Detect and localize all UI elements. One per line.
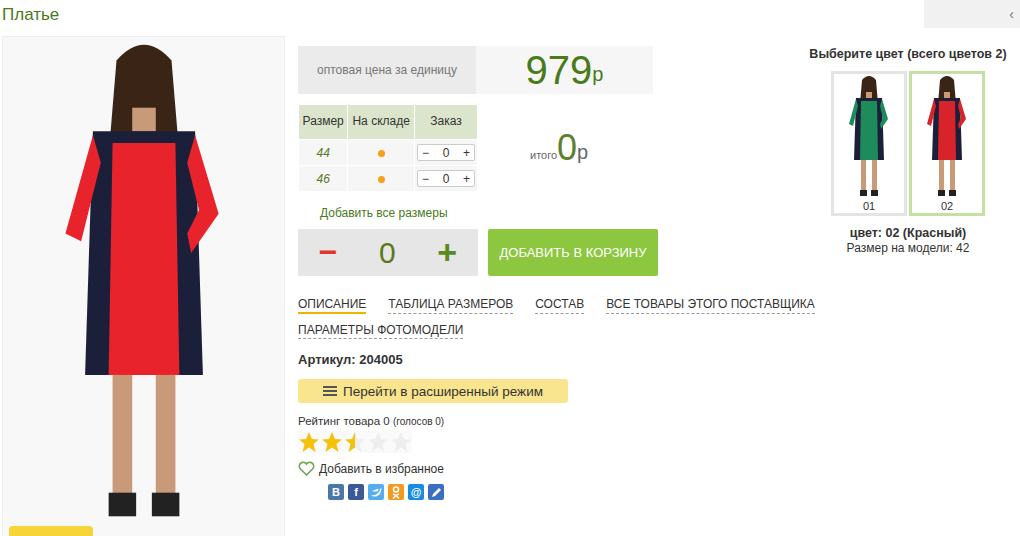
share-letter[interactable]: @ <box>411 486 422 498</box>
increase-button[interactable]: + <box>463 146 470 160</box>
dress-icon <box>917 74 977 200</box>
product-photo <box>2 36 285 536</box>
back-arrow[interactable]: ‹ <box>1009 6 1014 22</box>
price-label: оптовая цена за единицу <box>298 46 476 94</box>
stock-dot <box>378 150 385 157</box>
column-header: Заказ <box>414 105 477 140</box>
rating-stars[interactable] <box>298 431 412 453</box>
stock-dot <box>378 176 385 183</box>
quantity-value[interactable]: 0 <box>379 236 396 270</box>
tab[interactable]: ВСЕ ТОВАРЫ ЭТОГО ПОСТАВЩИКА <box>606 297 815 314</box>
share-letter-icon[interactable]: @ <box>408 484 424 500</box>
order-cell: −0 + <box>414 140 477 166</box>
color-option[interactable]: 02 <box>909 71 985 216</box>
size-table: РазмерНа складеЗаказ44−0+46−0+ <box>298 104 478 192</box>
share-buttons: Вf @ <box>328 484 796 500</box>
color-option-label[interactable]: 01 <box>863 200 875 212</box>
stock-cell <box>348 140 415 166</box>
color-options: 01 02 <box>796 71 1020 216</box>
column-header: Размер <box>299 105 348 140</box>
stock-cell <box>348 166 415 192</box>
rating-votes: (голосов 0) <box>393 416 444 427</box>
list-icon <box>323 385 337 397</box>
model-size: Размер на модели: 42 <box>796 241 1020 255</box>
rating-label: Рейтинг товара 0 <box>298 415 390 427</box>
star-icon <box>321 431 343 453</box>
increase-button[interactable]: + <box>463 172 470 186</box>
dress-icon <box>839 74 899 200</box>
share-twitter-icon[interactable] <box>368 484 384 500</box>
bird-icon <box>370 487 382 497</box>
star-icon <box>298 431 320 453</box>
ok-icon <box>391 486 401 499</box>
tab[interactable]: ТАБЛИЦА РАЗМЕРОВ <box>388 297 513 314</box>
total-label: итого <box>530 149 557 161</box>
tab[interactable]: ОПИСАНИЕ <box>298 297 366 314</box>
share-letter[interactable]: В <box>332 486 340 498</box>
color-thumbnail-image <box>912 74 982 200</box>
color-option-label[interactable]: 02 <box>941 200 953 212</box>
color-option[interactable]: 01 <box>831 71 907 216</box>
size-table-header: РазмерНа складеЗаказ <box>299 105 478 140</box>
increase-button[interactable]: + <box>437 233 457 272</box>
add-all-sizes-link[interactable]: Добавить все размеры <box>298 206 796 220</box>
quantity-stepper: −0 + <box>417 170 475 187</box>
order-row: РазмерНа складеЗаказ44−0+46−0+итого0р <box>298 104 796 192</box>
product-photo-image <box>24 37 264 532</box>
share-letter[interactable]: f <box>354 486 358 498</box>
quantity-value[interactable]: 0 <box>443 172 450 186</box>
quantity-value[interactable]: 0 <box>443 146 450 160</box>
page-title: Платье <box>0 0 59 25</box>
tabs: ОПИСАНИЕ ТАБЛИЦА РАЗМЕРОВ СОСТАВ ВСЕ ТОВАРЫ… <box>298 297 838 339</box>
article: Артикул: 204005 <box>298 352 796 367</box>
price-value: 979р <box>476 46 653 94</box>
share-letter-icon[interactable]: В <box>328 484 344 500</box>
order-cell: −0 + <box>414 166 477 192</box>
color-picker: Выберите цвет (всего цветов 2) 01 02 цвет: … <box>796 36 1020 536</box>
total-value: 0 <box>557 130 577 166</box>
favorites-label[interactable]: Добавить в избранное <box>319 462 444 476</box>
share-ok-icon[interactable] <box>388 484 404 500</box>
photo-tab[interactable] <box>9 526 93 536</box>
share-letter-icon[interactable]: f <box>348 484 364 500</box>
star-icon <box>367 431 389 453</box>
price-currency: р <box>592 63 603 86</box>
total: итого0р <box>530 130 588 166</box>
advanced-mode-label[interactable]: Перейти в расширенный режим <box>343 384 543 399</box>
color-title: Выберите цвет (всего цветов 2) <box>796 47 1020 61</box>
buy-row: − 0 + ДОБАВИТЬ В КОРЗИНУ <box>298 229 796 276</box>
size-cell: 44 <box>299 140 348 166</box>
rating: Рейтинг товара 0 (голосов 0) <box>298 415 796 427</box>
star-icon <box>344 431 366 453</box>
tab[interactable]: СОСТАВ <box>535 297 584 314</box>
column-header: На складе <box>348 105 415 140</box>
back-button[interactable]: ‹ <box>924 0 1020 28</box>
size-row: 44 −0 + <box>299 140 478 166</box>
share-pen-icon[interactable] <box>428 484 444 500</box>
size-row: 46 −0 + <box>299 166 478 192</box>
main: оптовая цена за единицу979рРазмерНа скла… <box>0 36 1020 536</box>
size-cell: 46 <box>299 166 348 192</box>
header: Платье ‹ <box>0 0 1020 30</box>
pen-icon <box>430 486 443 499</box>
color-thumbnail-image <box>834 74 904 200</box>
advanced-mode-button[interactable]: Перейти в расширенный режим <box>298 379 568 403</box>
add-to-favorites[interactable]: Добавить в избранное <box>298 461 796 476</box>
decrease-button[interactable]: − <box>422 146 429 160</box>
decrease-button[interactable]: − <box>319 234 338 271</box>
product-info: оптовая цена за единицу979рРазмерНа скла… <box>298 36 796 536</box>
total-currency: р <box>577 141 588 164</box>
price-row: оптовая цена за единицу979р <box>298 46 796 94</box>
price-number: 979 <box>526 48 593 93</box>
add-to-cart-button[interactable]: ДОБАВИТЬ В КОРЗИНУ <box>488 229 658 276</box>
decrease-button[interactable]: − <box>422 172 429 186</box>
tab[interactable]: ПАРАМЕТРЫ ФОТОМОДЕЛИ <box>298 323 463 339</box>
current-color: цвет: 02 (Красный) <box>796 226 1020 240</box>
heart-icon <box>298 461 315 476</box>
quantity-stepper: − 0 + <box>298 229 478 276</box>
quantity-stepper: −0 + <box>417 144 475 161</box>
star-icon <box>390 431 412 453</box>
